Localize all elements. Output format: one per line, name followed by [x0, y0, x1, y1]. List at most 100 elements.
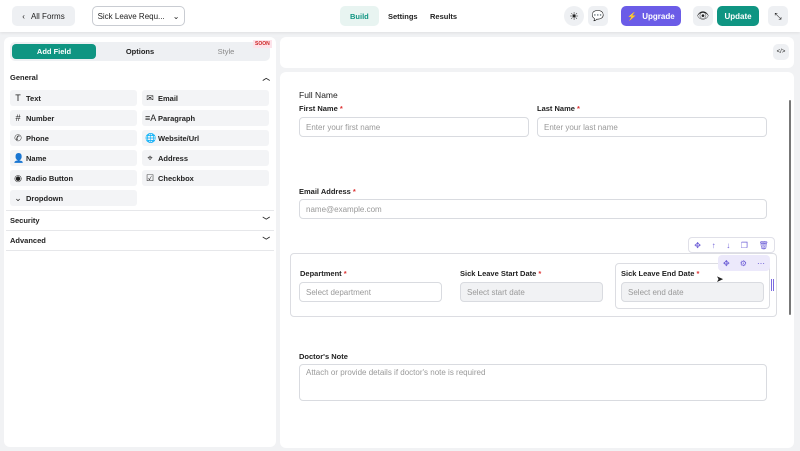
top-bar: ‹ All Forms Sick Leave Requ... ⌄ Build Set…: [0, 0, 800, 32]
field-type-icon: ✉: [146, 92, 154, 103]
preview-eye-icon[interactable]: 👁: [693, 6, 713, 26]
chevron-down-icon: ﹀: [262, 216, 271, 225]
section-security[interactable]: Security ﹀: [10, 215, 270, 226]
trash-icon[interactable]: 🗑: [759, 241, 769, 250]
field-label: Name: [26, 153, 47, 163]
field-item-paragraph[interactable]: ≡A Paragraph: [142, 110, 269, 126]
field-item-email[interactable]: ✉ Email: [142, 90, 269, 106]
first-name-input[interactable]: Enter your first name: [299, 117, 529, 137]
tab-options[interactable]: Options: [98, 44, 182, 59]
sidebar-tabs: Add Field Options Style SOON: [10, 40, 272, 61]
section-advanced[interactable]: Advanced ﹀: [10, 235, 270, 246]
field-label: Number: [26, 113, 55, 123]
form-select[interactable]: Sick Leave Requ... ⌄: [92, 6, 185, 26]
canvas-toolbar: </>: [280, 37, 794, 68]
field-item-website-url[interactable]: 🌐 Website/Url: [142, 130, 269, 146]
divider: [6, 250, 274, 251]
code-icon[interactable]: </>: [773, 44, 789, 60]
first-name-label: First Name *: [299, 104, 343, 113]
field-type-icon: ✆: [14, 132, 22, 143]
arrow-up-icon[interactable]: ↑: [712, 241, 716, 250]
field-item-checkbox[interactable]: ☑ Checkbox: [142, 170, 269, 186]
upgrade-label: Upgrade: [642, 11, 675, 21]
required-mark: *: [343, 269, 347, 278]
tab-results[interactable]: Results: [420, 6, 467, 26]
field-type-icon: 🌐: [145, 132, 157, 143]
label-text: Sick Leave End Date: [621, 269, 695, 278]
required-mark: *: [538, 269, 542, 278]
section-general[interactable]: General ︿: [10, 72, 270, 83]
field-type-icon: ⌄: [14, 192, 22, 203]
field-item-phone[interactable]: ✆ Phone: [10, 130, 137, 146]
field-item-number[interactable]: # Number: [10, 110, 137, 126]
end-date-label: Sick Leave End Date *: [621, 269, 699, 278]
field-item-radio-button[interactable]: ◉ Radio Button: [10, 170, 137, 186]
row-toolbar: ✥ ↑ ↓ ❐ 🗑: [688, 237, 775, 253]
email-input[interactable]: name@example.com: [299, 199, 767, 219]
back-button[interactable]: ‹ All Forms: [12, 6, 75, 26]
field-type-icon: #: [15, 113, 21, 123]
required-mark: *: [577, 104, 580, 113]
field-item-text[interactable]: T Text: [10, 90, 137, 106]
tab-add-field[interactable]: Add Field: [12, 44, 96, 59]
field-label: Dropdown: [26, 193, 64, 203]
department-label: Department *: [300, 269, 347, 278]
theme-toggle-sun-icon[interactable]: ☀: [564, 6, 584, 26]
move-icon[interactable]: ✥: [723, 259, 730, 268]
form-select-value: Sick Leave Requ...: [97, 11, 165, 21]
field-type-icon: T: [15, 93, 21, 103]
label-text: First Name: [299, 104, 338, 113]
last-name-input[interactable]: Enter your last name: [537, 117, 767, 137]
field-label: Paragraph: [158, 113, 196, 123]
feedback-chat-icon[interactable]: 💬: [588, 6, 608, 26]
divider: [6, 210, 274, 211]
field-label: Phone: [26, 133, 49, 143]
move-icon[interactable]: ✥: [694, 241, 701, 250]
lightning-icon: ⚡: [627, 11, 638, 21]
field-label: Text: [26, 93, 41, 103]
settings-gear-icon[interactable]: ⚙: [740, 259, 747, 268]
back-label: All Forms: [30, 11, 65, 21]
label-text: Sick Leave Start Date: [460, 269, 537, 278]
field-type-icon: ◉: [14, 172, 22, 183]
last-name-label: Last Name *: [537, 104, 580, 113]
field-item-name[interactable]: 👤 Name: [10, 150, 137, 166]
field-type-icon: ≡A: [145, 113, 157, 123]
start-date-input[interactable]: Select start date: [460, 282, 603, 302]
collapse-icon[interactable]: ⤡: [768, 6, 788, 26]
more-icon[interactable]: ⋯: [757, 259, 765, 268]
field-label: Website/Url: [158, 133, 200, 143]
doctors-note-label: Doctor's Note: [299, 352, 348, 361]
divider: [6, 230, 274, 231]
field-type-icon: ⌖: [147, 152, 153, 163]
copy-icon[interactable]: ❐: [741, 241, 748, 250]
tab-build[interactable]: Build: [340, 6, 379, 26]
field-label: Email: [158, 93, 179, 103]
upgrade-button[interactable]: ⚡ Upgrade: [621, 6, 681, 26]
field-type-icon: ☑: [145, 172, 155, 183]
required-mark: *: [352, 187, 356, 196]
start-date-label: Sick Leave Start Date *: [460, 269, 541, 278]
field-item-dropdown[interactable]: ⌄ Dropdown: [10, 190, 137, 206]
arrow-down-icon[interactable]: ↓: [726, 241, 730, 250]
section-label: Security: [10, 216, 40, 225]
label-text: Last Name: [537, 104, 575, 113]
chevron-up-icon: ︿: [262, 73, 271, 82]
field-label: Checkbox: [158, 173, 194, 183]
end-date-input[interactable]: Select end date: [621, 282, 764, 302]
department-select[interactable]: Select department: [299, 282, 442, 302]
section-label: General: [10, 73, 38, 82]
field-item-address[interactable]: ⌖ Address: [142, 150, 269, 166]
resize-handle[interactable]: [771, 279, 774, 291]
soon-badge: SOON: [253, 40, 272, 48]
chevron-down-icon: ﹀: [262, 236, 271, 245]
doctors-note-textarea[interactable]: Attach or provide details if doctor's no…: [299, 364, 767, 401]
chevron-down-icon: ⌄: [172, 11, 180, 21]
field-type-icon: 👤: [13, 152, 25, 163]
full-name-heading: Full Name: [299, 90, 338, 100]
chevron-left-icon: ‹: [22, 11, 25, 21]
update-button[interactable]: Update: [717, 6, 759, 26]
field-label: Radio Button: [26, 173, 74, 183]
field-label: Address: [158, 153, 189, 163]
scrollbar[interactable]: [789, 100, 791, 315]
